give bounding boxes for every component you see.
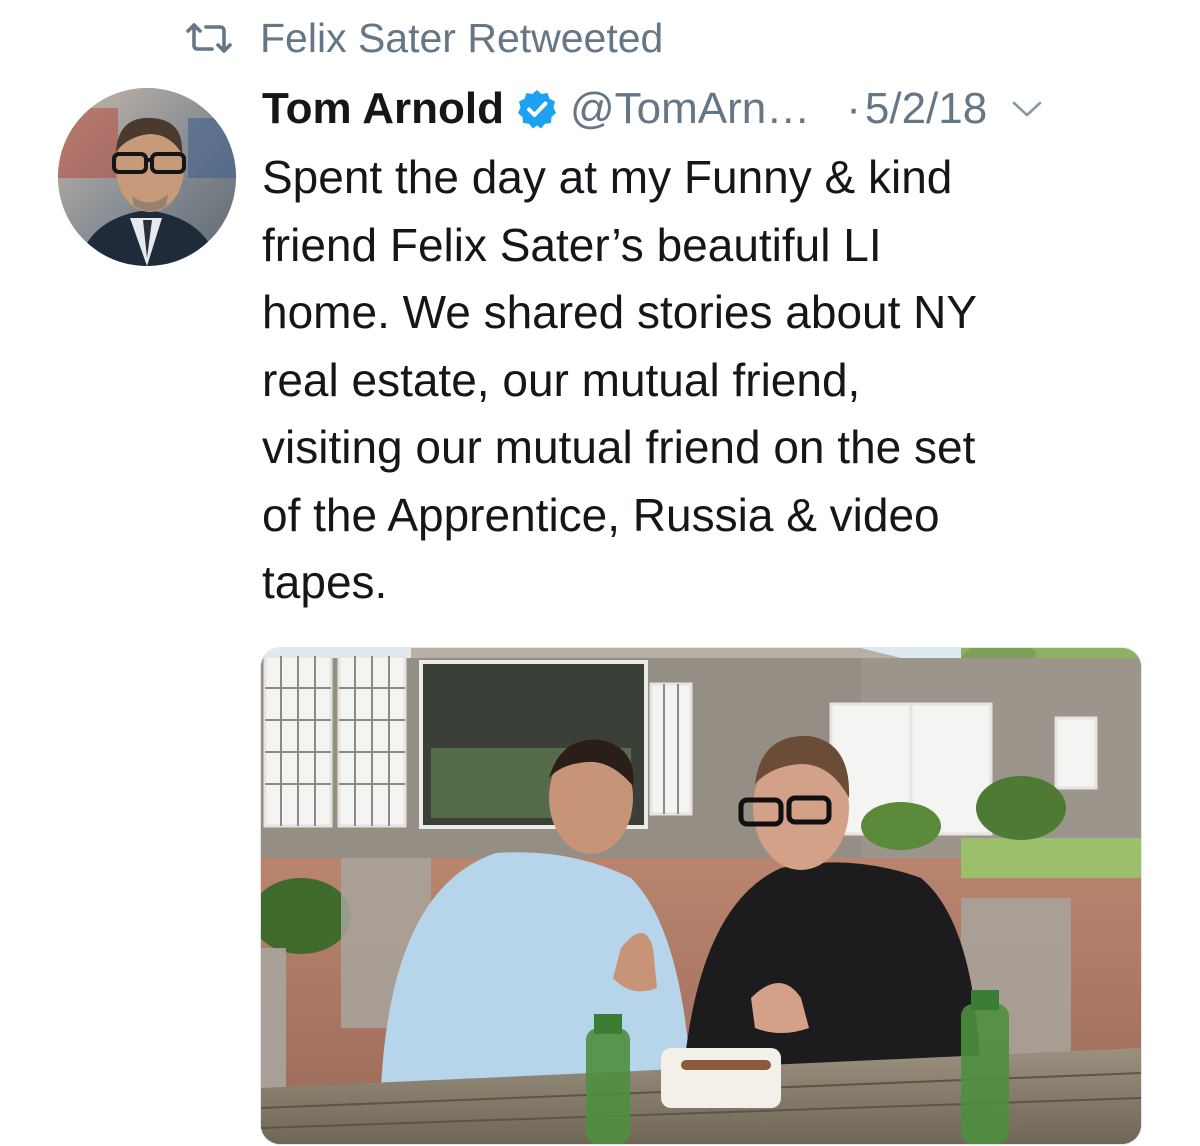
tweet-text-line: real estate, our mutual friend, [262,353,861,406]
retweet-label[interactable]: Felix Sater Retweeted [260,15,663,62]
tweet-photo[interactable] [260,647,1142,1145]
retweet-context[interactable]: Felix Sater Retweeted [186,12,663,64]
tweet-date[interactable]: 5/2/18 [865,84,987,134]
tweet-text-line: tapes. [262,556,388,608]
verified-badge-icon [516,88,558,130]
tweet-text-line: Spent the day at my Funny & kind [262,151,953,203]
tweet-text-line: visiting our mutual friend on the set [262,421,976,473]
author-display-name[interactable]: Tom Arnold [262,84,504,134]
avatar[interactable] [58,88,236,266]
tweet-header: Tom Arnold @TomArn… · 5/2/18 [262,80,1162,138]
tweet-text: Spent the day at my Funny & kind friend … [262,144,1162,617]
tweet-text-line: home. We shared stories about NY [262,286,978,338]
chevron-down-icon[interactable] [1011,98,1043,120]
retweet-icon [186,18,238,58]
tweet-text-line: friend Felix Sater’s beautiful LI [262,218,882,271]
photo-illustration [261,648,1141,1144]
separator-dot: · [846,84,861,133]
tweet-text-line: of the Apprentice, Russia & video [262,488,940,541]
author-handle[interactable]: @TomArn… [570,84,810,134]
